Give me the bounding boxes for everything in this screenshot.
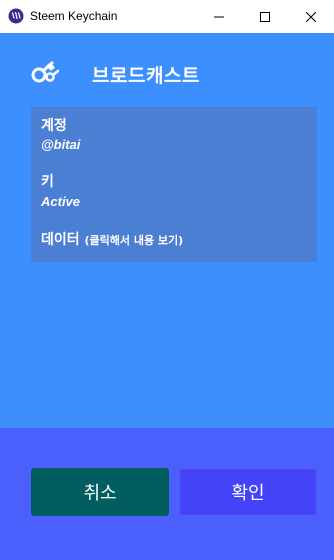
transaction-info-box: 계정 @bitai 키 Active 데이터 (클릭해서 내용 보기) [31, 107, 317, 262]
data-hint: (클릭해서 내용 보기) [84, 234, 184, 247]
minimize-icon [214, 16, 224, 17]
key-value: Active [41, 194, 81, 209]
account-label: 계정 [41, 118, 67, 134]
confirm-button[interactable]: 확인 [179, 468, 317, 516]
page-title: 브로드캐스트 [92, 65, 200, 87]
dialog-footer: 취소 확인 [0, 428, 334, 560]
window-titlebar: Steem Keychain [0, 0, 334, 33]
data-label: 데이터 [41, 232, 80, 248]
data-toggle[interactable]: 데이터 (클릭해서 내용 보기) [41, 229, 183, 249]
close-icon [306, 11, 316, 22]
key-label: 키 [41, 174, 54, 190]
window-title: Steem Keychain [30, 9, 118, 23]
cancel-button[interactable]: 취소 [31, 468, 169, 516]
steem-keychain-app-icon [8, 8, 24, 24]
maximize-button[interactable] [242, 0, 288, 33]
key-icon [31, 61, 60, 83]
minimize-button[interactable] [196, 0, 242, 33]
account-value: @bitai [41, 137, 81, 152]
close-button[interactable] [288, 0, 334, 33]
maximize-icon [260, 11, 270, 22]
dialog-header: 브로드캐스트 [0, 58, 334, 88]
dialog-content: 브로드캐스트 계정 @bitai 키 Active 데이터 (클릭해서 내용 보… [0, 33, 334, 428]
